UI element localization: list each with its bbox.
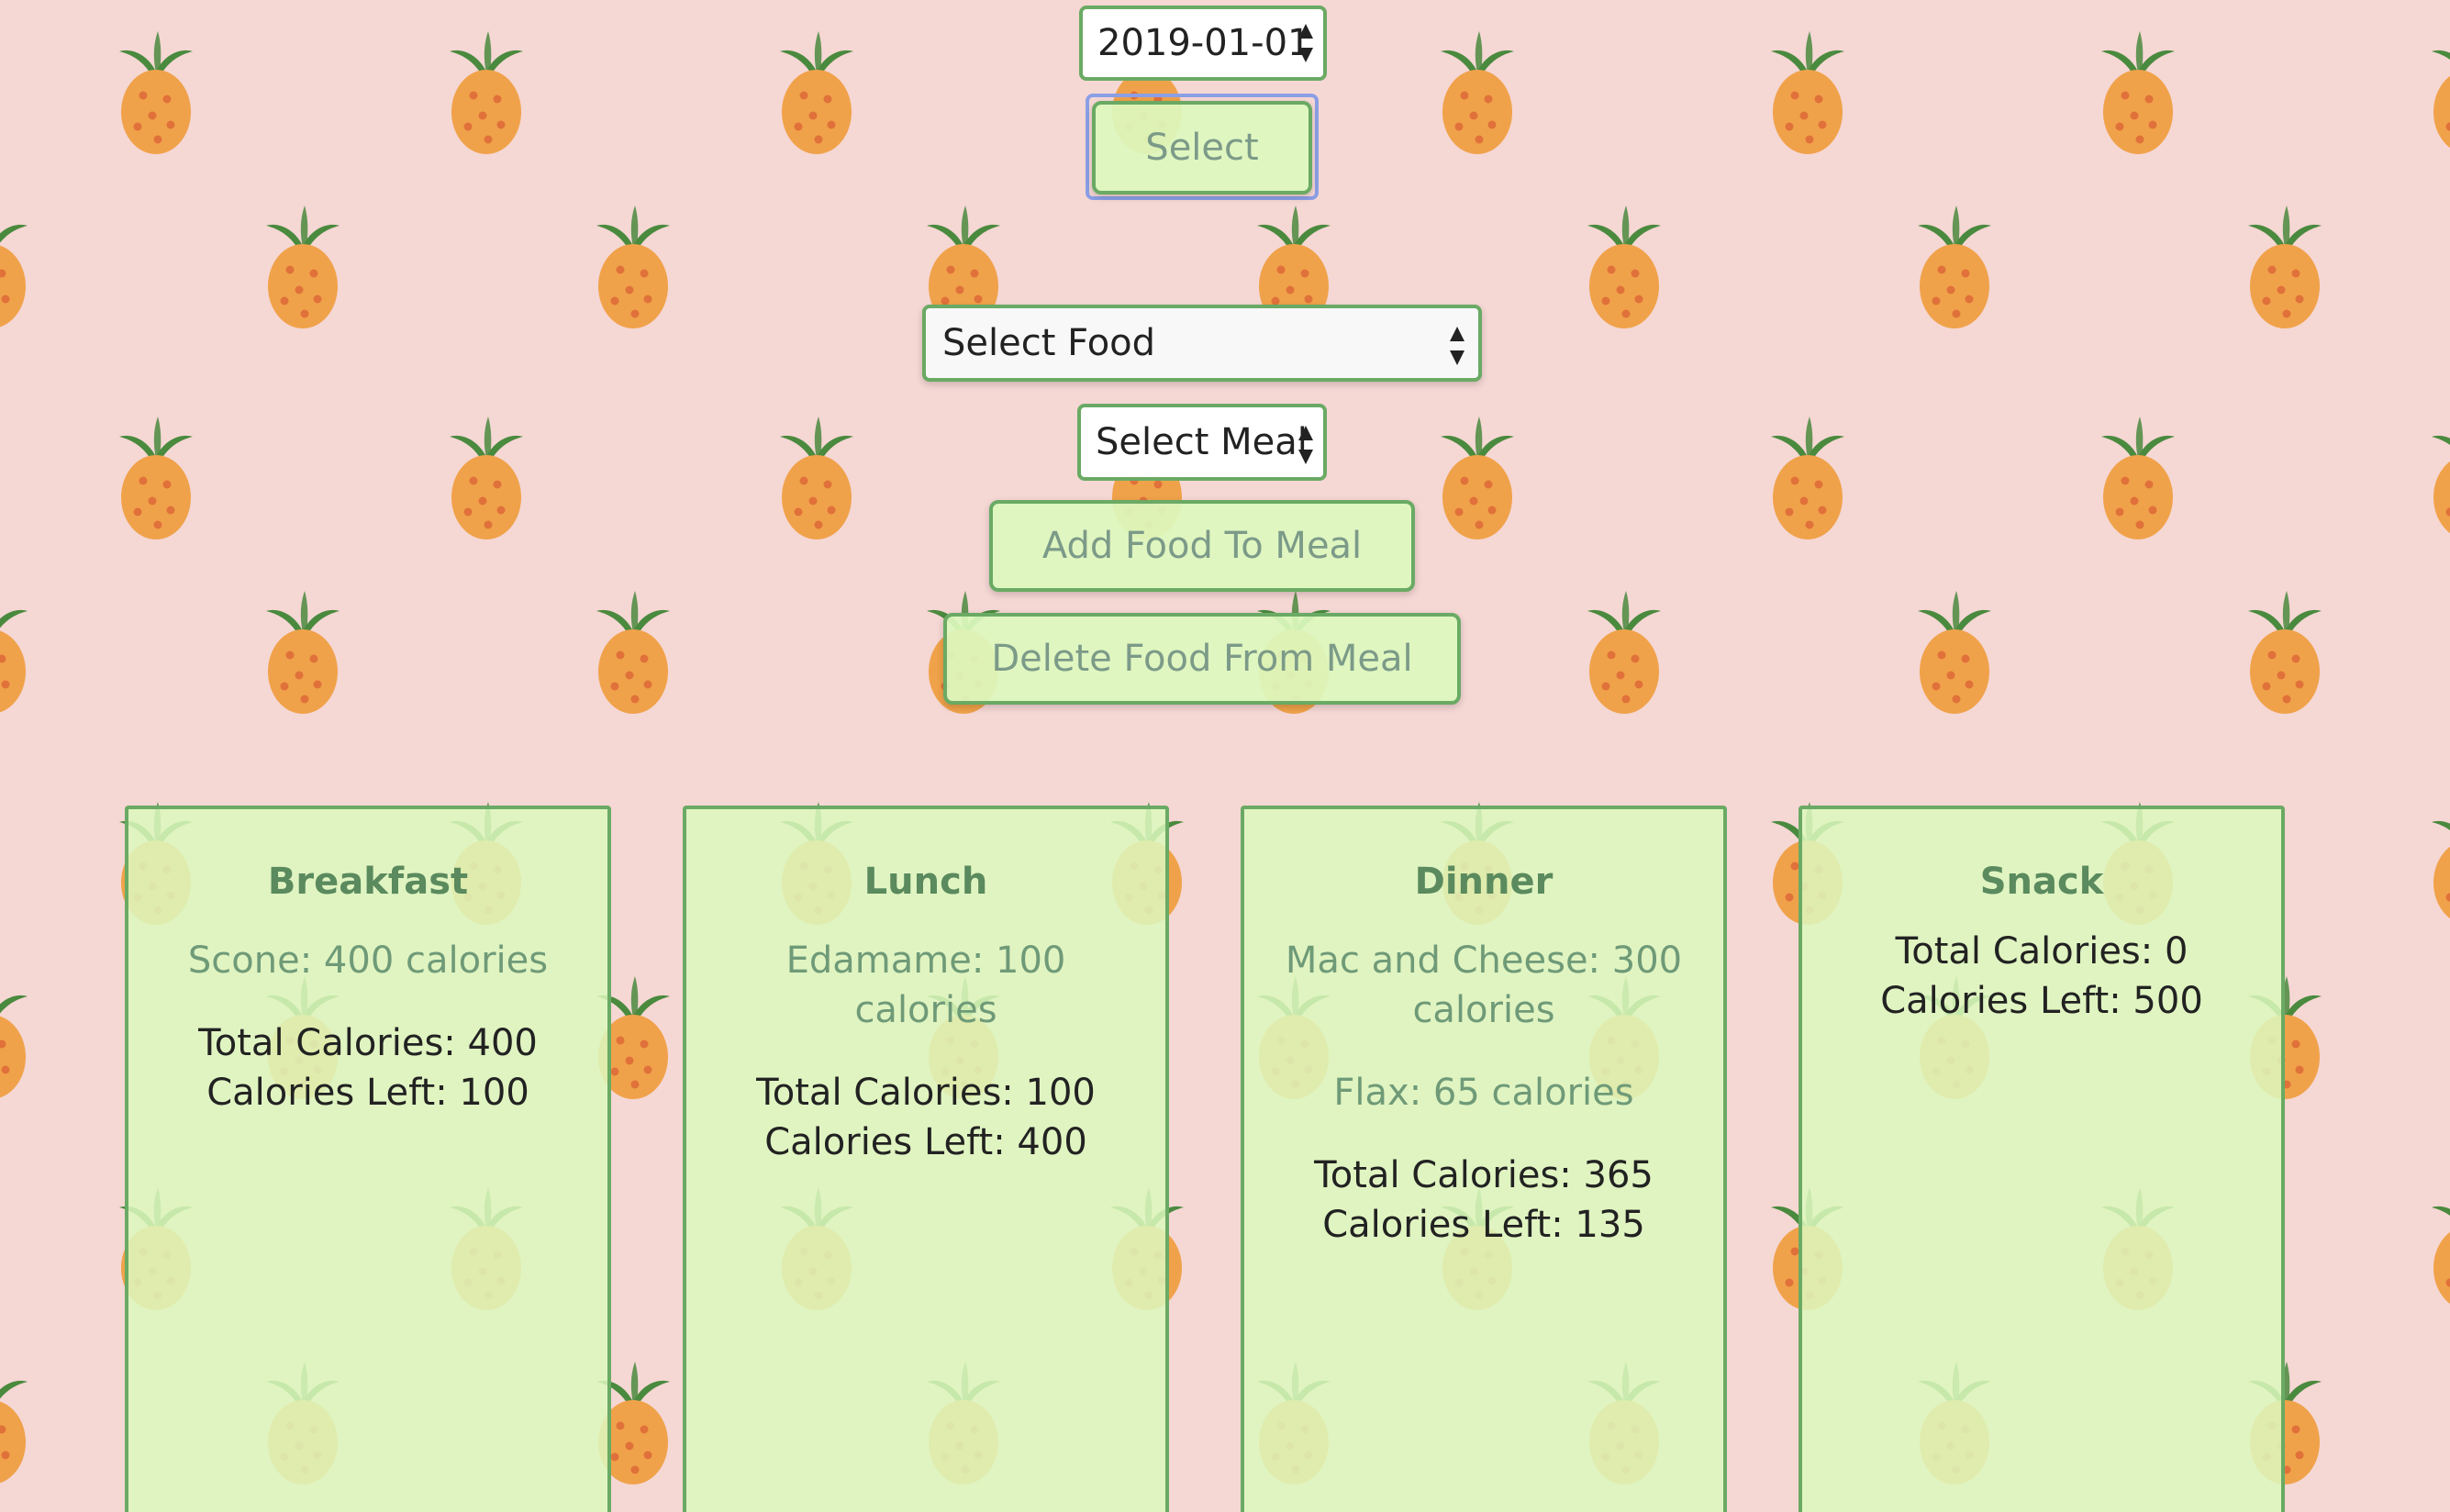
food-entry: Mac and Cheese: 300 calories [1285,939,1683,1031]
date-input[interactable]: 2019-01-01 [1079,6,1327,81]
delete-food-from-meal-button[interactable]: Delete Food From Meal [943,613,1461,705]
meal-title: Snack [1979,861,2104,903]
pineapple-icon [2239,587,2331,716]
pineapple-icon [1909,202,2000,330]
pineapple-icon [1578,202,1670,330]
pineapple-icon [587,202,679,330]
pineapple-icon [2422,413,2450,541]
food-select[interactable]: Select Food [922,305,1482,382]
pineapple-icon [0,587,37,716]
pineapple-icon [2092,28,2184,156]
pineapple-icon [2422,1184,2450,1312]
food-entry: Flax: 65 calories [1333,1072,1634,1114]
date-value: 2019-01-01 [1097,22,1311,64]
spinner-arrows-icon[interactable] [1296,20,1316,66]
calories-left: Calories Left: 135 [1322,1204,1645,1246]
pineapple-icon [110,28,202,156]
pineapple-icon [1762,413,1854,541]
pineapple-icon [1431,413,1523,541]
meal-card-dinner: Dinner Mac and Cheese: 300 calories Flax… [1241,806,1727,1512]
add-food-to-meal-button[interactable]: Add Food To Meal [989,500,1415,592]
meal-title: Breakfast [267,861,469,903]
pineapple-icon [0,202,37,330]
meal-select[interactable]: Select Meal [1077,404,1327,481]
total-calories: Total Calories: 0 [1895,930,2188,973]
pineapple-icon [257,587,349,716]
pineapple-icon [110,413,202,541]
chevron-updown-icon [1450,327,1464,365]
chevron-updown-icon [1298,426,1313,464]
select-button[interactable]: Select [1092,101,1312,195]
pineapple-icon [2092,413,2184,541]
total-calories: Total Calories: 100 [756,1072,1096,1114]
calories-left: Calories Left: 400 [764,1121,1087,1163]
pineapple-icon [257,202,349,330]
meal-title: Dinner [1414,861,1554,903]
pineapple-icon [1762,28,1854,156]
pineapple-icon [2422,28,2450,156]
total-calories: Total Calories: 365 [1314,1154,1654,1196]
meal-select-value: Select Meal [1096,421,1308,463]
food-entry: Edamame: 100 calories [785,939,1066,1031]
meal-card-lunch: Lunch Edamame: 100 calories Total Calori… [683,806,1169,1512]
pineapple-icon [0,973,37,1101]
pineapple-icon [1578,587,1670,716]
total-calories: Total Calories: 400 [198,1022,538,1064]
calories-left: Calories Left: 100 [206,1072,529,1114]
pineapple-icon [1909,587,2000,716]
pineapple-icon [1431,28,1523,156]
meal-card-breakfast: Breakfast Scone: 400 calories Total Calo… [125,806,611,1512]
food-entry: Scone: 400 calories [187,939,549,982]
pineapple-icon [440,413,532,541]
food-select-value: Select Food [942,322,1156,364]
pineapple-icon [587,587,679,716]
pineapple-icon [771,413,863,541]
pineapple-icon [0,1358,37,1486]
pineapple-icon [440,28,532,156]
calories-left: Calories Left: 500 [1880,980,2203,1022]
pineapple-icon [771,28,863,156]
meal-title: Lunch [863,861,988,903]
pineapple-icon [2239,202,2331,330]
meal-card-snack: Snack Total Calories: 0 Calories Left: 5… [1799,806,2285,1512]
pineapple-icon [2422,798,2450,927]
